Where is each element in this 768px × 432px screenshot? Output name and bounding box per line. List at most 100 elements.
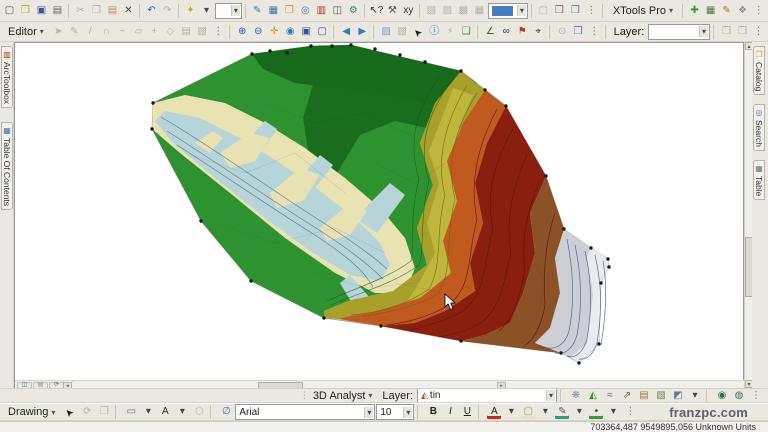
share-package-icon[interactable]: ❒: [568, 3, 583, 19]
font-size-combo[interactable]: 10 ▾: [376, 404, 415, 420]
fill-color-icon[interactable]: ▢: [520, 404, 536, 420]
line-color-dropdown-icon[interactable]: ▾: [571, 404, 587, 420]
table-of-contents-window-icon[interactable]: ▦: [266, 3, 281, 19]
dropdown-arrow-icon[interactable]: ▾: [403, 406, 413, 418]
new-text-icon[interactable]: A: [157, 404, 173, 420]
arcglobe-icon[interactable]: ◉: [714, 389, 730, 402]
undo-icon[interactable]: ↶: [144, 3, 159, 19]
dropdown-arrow-icon[interactable]: ▾: [230, 5, 240, 16]
font-size-combo-value[interactable]: 10: [380, 407, 401, 418]
font-color-dropdown-icon[interactable]: ▾: [503, 404, 519, 420]
find-route-icon[interactable]: ⚑: [515, 24, 530, 40]
map-canvas[interactable]: ◫▤⟳∥ ◂ ▸: [14, 42, 745, 390]
tab-table[interactable]: ▦ Table: [753, 160, 765, 201]
measure-icon[interactable]: ∠: [483, 24, 498, 40]
go-to-xy-icon[interactable]: ⌖: [531, 24, 546, 40]
create-graph-dropdown-icon[interactable]: ▾: [687, 389, 703, 402]
bold-button[interactable]: B: [425, 404, 441, 420]
new-document-icon[interactable]: ▢: [2, 3, 17, 19]
xtools-edit-icon[interactable]: ✎: [719, 3, 734, 19]
zoom-in-icon[interactable]: ⊕: [235, 24, 250, 40]
interpolate-line-icon[interactable]: ◭: [585, 389, 601, 402]
symbol-color-combo[interactable]: ▾: [487, 2, 528, 19]
xtools-add-icon[interactable]: ✚: [687, 3, 702, 19]
add-data-icon[interactable]: ✦: [183, 3, 198, 19]
new-rectangle-icon[interactable]: ▭: [123, 404, 139, 420]
delete-icon[interactable]: ✕: [121, 3, 136, 19]
tab-search[interactable]: ◎ Search: [753, 104, 765, 151]
underline-button[interactable]: U: [459, 404, 475, 420]
line-of-sight-icon[interactable]: ▤: [636, 389, 652, 402]
whats-this-help-icon[interactable]: ↖?: [369, 3, 384, 19]
toolbar-overflow-icon[interactable]: ⋮: [751, 3, 766, 19]
tab-catalog[interactable]: ❒ Catalog: [753, 46, 765, 96]
font-color-icon[interactable]: A: [486, 404, 502, 420]
select-elements-icon[interactable]: ➤: [59, 404, 82, 420]
shape-dropdown-icon[interactable]: ▾: [140, 404, 156, 420]
search-window-icon[interactable]: ◎: [298, 3, 313, 19]
tab-table-of-contents[interactable]: ▦ Table Of Contents: [1, 122, 13, 211]
font-combo-value[interactable]: Arial: [239, 407, 362, 418]
editor-menu[interactable]: Editor ▾: [2, 24, 50, 40]
full-extent-icon[interactable]: ◉: [283, 24, 298, 40]
paste-icon[interactable]: ▤: [105, 3, 120, 19]
drawing-menu[interactable]: Drawing ▾: [2, 404, 61, 420]
catalog-window-icon[interactable]: ❒: [282, 3, 297, 19]
forward-extent-icon[interactable]: ▶: [355, 24, 370, 40]
vertical-scrollbar[interactable]: ▴ ▾: [744, 42, 753, 388]
save-icon[interactable]: ▣: [34, 3, 49, 19]
xtools-table-icon[interactable]: ▦: [703, 3, 718, 19]
open-folder-icon[interactable]: ❒: [18, 3, 33, 19]
toolbar-overflow-icon[interactable]: ⋮: [748, 389, 764, 402]
fixed-zoom-in-icon[interactable]: ▣: [299, 24, 314, 40]
modelbuilder-icon[interactable]: ⚙: [346, 3, 361, 19]
select-features-icon[interactable]: ▨: [379, 24, 394, 40]
line-color-icon[interactable]: ✎: [554, 404, 570, 420]
marker-color-dropdown-icon[interactable]: ▾: [605, 404, 621, 420]
layer-combo[interactable]: ▾: [648, 23, 710, 40]
zoom-out-icon[interactable]: ⊖: [251, 24, 266, 40]
map-package-icon[interactable]: ❒: [552, 3, 567, 19]
symbol-selector-icon[interactable]: ∅: [218, 404, 234, 420]
marker-color-icon[interactable]: •: [588, 404, 604, 420]
fill-color-dropdown-icon[interactable]: ▾: [537, 404, 553, 420]
python-window-icon[interactable]: ◫: [330, 3, 345, 19]
create-graph-icon[interactable]: ◩: [670, 389, 686, 402]
print-icon[interactable]: ▤: [50, 3, 65, 19]
dropdown-arrow-icon[interactable]: ▾: [698, 26, 708, 37]
toolbar-overflow-icon[interactable]: ⋮: [751, 24, 766, 40]
interpolate-points-icon[interactable]: ❋: [568, 389, 584, 402]
text-dropdown-icon[interactable]: ▾: [174, 404, 190, 420]
select-elements-icon[interactable]: ➤: [407, 22, 429, 41]
dropdown-arrow-icon[interactable]: ▾: [545, 390, 555, 401]
interpolate-polygon-icon[interactable]: ≈: [602, 389, 618, 402]
pan-icon[interactable]: ✛: [267, 24, 282, 40]
toolbar-overflow-icon[interactable]: ⋮: [622, 404, 638, 420]
steepest-path-icon[interactable]: ⇗: [619, 389, 635, 402]
dropdown-arrow-icon[interactable]: ▾: [364, 406, 374, 418]
analyst-layer-combo-value[interactable]: tin: [430, 390, 544, 401]
italic-button[interactable]: I: [442, 404, 458, 420]
toolbar-overflow-icon[interactable]: ⋮: [211, 24, 226, 40]
profile-graph-icon[interactable]: ▧: [653, 389, 669, 402]
xtools-pro-menu[interactable]: XTools Pro ▾: [607, 3, 679, 19]
editor-toolbar-icon[interactable]: ✎: [250, 3, 265, 19]
arcscene-icon[interactable]: ◍: [731, 389, 747, 402]
viewer-window-icon[interactable]: ❒: [571, 24, 586, 40]
hammer-tool-icon[interactable]: ⚒: [385, 3, 400, 19]
analyst-menu[interactable]: 3D Analyst ▾: [307, 389, 379, 402]
analyst-layer-combo[interactable]: ◭ tin ▾: [417, 389, 557, 402]
back-extent-icon[interactable]: ◀: [339, 24, 354, 40]
toolbar-overflow-icon[interactable]: ⋮: [587, 24, 602, 40]
dropdown-arrow-icon[interactable]: ▾: [516, 5, 526, 16]
arctoolbox-window-icon[interactable]: ▥: [314, 3, 329, 19]
toolbar-overflow-icon[interactable]: ⋮: [584, 3, 599, 19]
tab-arctoolbox[interactable]: ▥ ArcToolbox: [1, 46, 13, 109]
add-data-dropdown-icon[interactable]: ▾: [199, 3, 214, 19]
find-icon[interactable]: ∞: [499, 24, 514, 40]
fixed-zoom-out-icon[interactable]: ▢: [315, 24, 330, 40]
html-popup-icon[interactable]: ❏: [459, 24, 474, 40]
go-to-xy-icon[interactable]: xy: [401, 3, 416, 19]
map-scale-combo[interactable]: ▾: [215, 2, 242, 19]
xtools-extra-icon[interactable]: ❖: [735, 3, 750, 19]
